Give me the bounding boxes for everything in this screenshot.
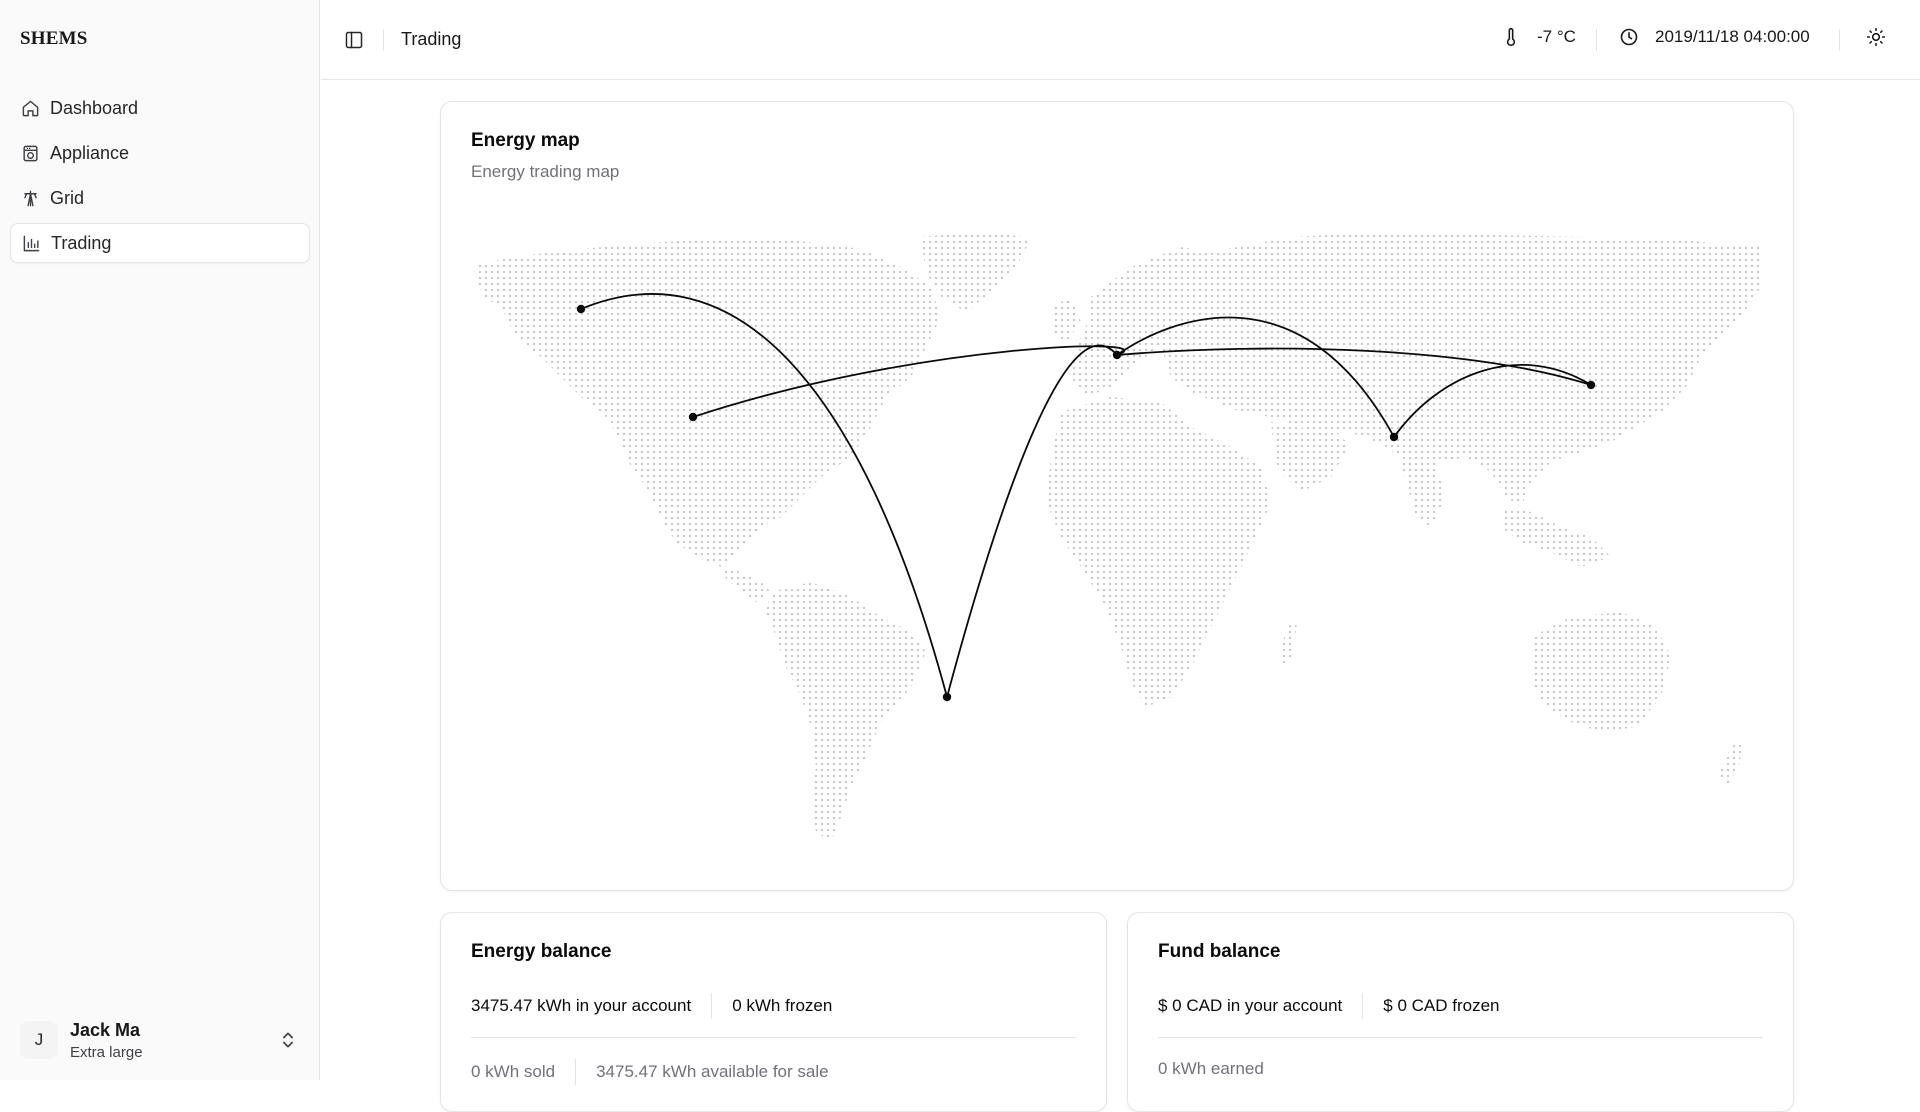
fund-balance-card: Fund balance $ 0 CAD in your account $ 0… — [1127, 912, 1794, 1112]
panel-left-icon — [345, 31, 363, 49]
sidebar-item-appliance[interactable]: Appliance — [10, 133, 310, 173]
fund-frozen: $ 0 CAD frozen — [1383, 996, 1500, 1015]
divider — [575, 1059, 577, 1085]
energy-map-title: Energy map — [471, 130, 580, 151]
sidebar-item-label: Grid — [50, 187, 85, 208]
datetime-display: 2019/11/18 04:00:00 — [1619, 27, 1810, 47]
divider — [471, 1037, 1076, 1038]
home-icon — [20, 98, 40, 118]
sidebar: SHEMS Dashboard Appliance Grid Trading J… — [0, 0, 320, 1080]
header-divider — [1839, 29, 1840, 51]
energy-map-subtitle: Energy trading map — [471, 162, 620, 181]
energy-map-card: Energy map Energy trading map — [440, 101, 1794, 891]
fund-earned-row: 0 kWh earned — [1158, 1059, 1264, 1079]
world-map — [473, 231, 1761, 842]
header-divider — [1596, 29, 1597, 51]
temperature-value: -7 °C — [1537, 27, 1576, 46]
chevrons-up-down-icon[interactable] — [278, 1030, 298, 1050]
breadcrumb: Trading — [401, 29, 462, 49]
energy-sold: 0 kWh sold — [471, 1062, 556, 1081]
energy-balance-title: Energy balance — [471, 941, 612, 962]
trade-node[interactable] — [942, 692, 952, 702]
sidebar-item-dashboard[interactable]: Dashboard — [10, 88, 310, 128]
theme-toggle-button[interactable] — [1866, 27, 1886, 47]
trade-node[interactable] — [1112, 350, 1122, 360]
datetime-value: 2019/11/18 04:00:00 — [1655, 27, 1810, 46]
top-header: Trading -7 °C 2019/11/18 04:00:00 — [321, 0, 1920, 80]
sidebar-item-label: Trading — [51, 232, 112, 253]
trade-node[interactable] — [576, 304, 586, 314]
temperature-display: -7 °C — [1501, 27, 1576, 47]
user-menu[interactable]: J Jack Ma Extra large — [10, 1010, 310, 1070]
sun-icon — [1866, 27, 1886, 47]
user-plan: Extra large — [70, 1043, 143, 1061]
trade-node[interactable] — [1586, 380, 1596, 390]
divider — [711, 993, 713, 1019]
energy-frozen: 0 kWh frozen — [732, 996, 833, 1015]
sidebar-item-grid[interactable]: Grid — [10, 178, 310, 218]
fund-balance-row: $ 0 CAD in your account $ 0 CAD frozen — [1158, 993, 1500, 1019]
divider — [1362, 993, 1364, 1019]
grid-tower-icon — [20, 188, 40, 208]
avatar: J — [20, 1021, 58, 1059]
divider — [1158, 1037, 1763, 1038]
world-landmass — [473, 231, 1761, 842]
sidebar-item-label: Appliance — [50, 142, 130, 163]
sidebar-toggle-button[interactable] — [341, 27, 367, 53]
energy-balance-card: Energy balance 3475.47 kWh in your accou… — [440, 912, 1107, 1112]
brand-logo: SHEMS — [20, 28, 88, 49]
sidebar-item-label: Dashboard — [50, 97, 139, 118]
energy-sales-row: 0 kWh sold 3475.47 kWh available for sal… — [471, 1059, 829, 1085]
energy-available: 3475.47 kWh available for sale — [596, 1062, 829, 1081]
appliance-icon — [20, 143, 40, 163]
sidebar-nav: Dashboard Appliance Grid Trading — [10, 88, 310, 268]
header-divider — [383, 29, 384, 51]
trade-node[interactable] — [1389, 432, 1399, 442]
fund-in-account: $ 0 CAD in your account — [1158, 996, 1343, 1015]
clock-icon — [1619, 27, 1639, 47]
fund-balance-title: Fund balance — [1158, 941, 1281, 962]
energy-in-account: 3475.47 kWh in your account — [471, 996, 692, 1015]
sidebar-item-trading[interactable]: Trading — [10, 223, 310, 263]
thermometer-icon — [1501, 27, 1521, 47]
energy-balance-row: 3475.47 kWh in your account 0 kWh frozen — [471, 993, 832, 1019]
user-name: Jack Ma — [70, 1019, 141, 1040]
chart-bar-icon — [21, 233, 41, 253]
trade-node[interactable] — [688, 412, 698, 422]
fund-earned: 0 kWh earned — [1158, 1059, 1264, 1078]
